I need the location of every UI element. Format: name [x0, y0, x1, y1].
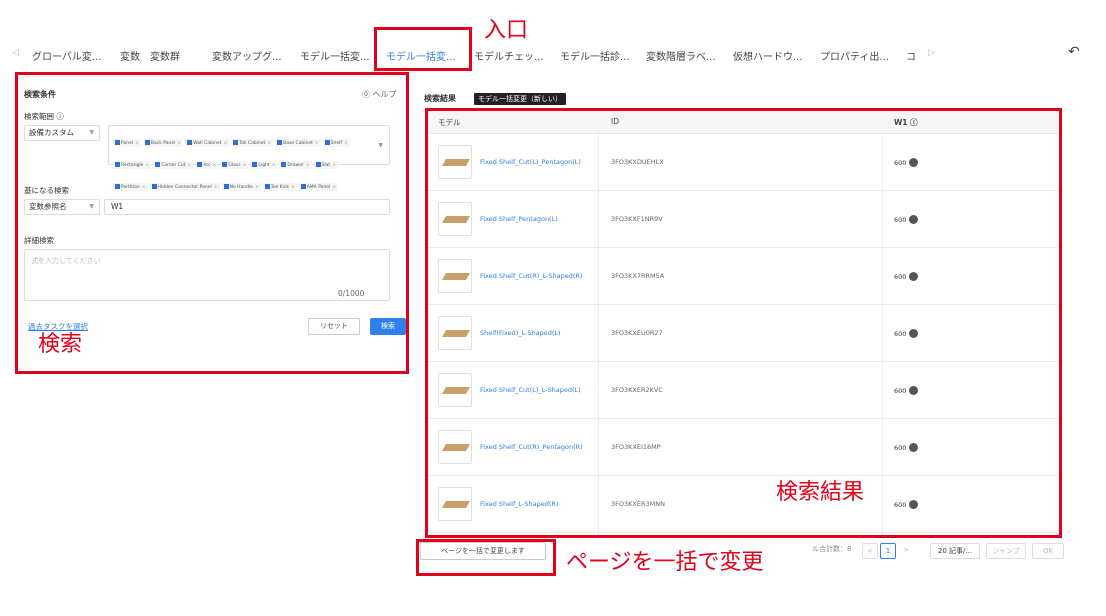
undo-icon[interactable]: ↶	[1068, 44, 1080, 60]
tab-variable-groups[interactable]: 変数群	[150, 48, 180, 63]
results-highlight-box	[425, 108, 1062, 538]
tab-variable-upgrade[interactable]: 変数アップグ...	[212, 48, 282, 63]
entry-highlight-box	[374, 27, 472, 71]
prev-page-button[interactable]: <	[862, 543, 878, 559]
tab-tooltip: モデル一括変更（新しい）	[474, 93, 566, 105]
tab-variables[interactable]: 変数	[120, 48, 140, 63]
next-page-button[interactable]: >	[898, 543, 914, 559]
tab-property-output[interactable]: プロパティ出...	[820, 48, 889, 63]
jump-input[interactable]: ジャンプ	[986, 543, 1026, 559]
entry-annotation: 入口	[484, 18, 529, 43]
tab-variable-hierarchy-label[interactable]: 変数階層ラベ...	[646, 48, 716, 63]
app-root: ◁ グローバル変... 変数 変数群 変数アップグ... モデル一括変... モ…	[0, 0, 1106, 616]
tab-bar: ◁ グローバル変... 変数 変数群 変数アップグ... モデル一括変... モ…	[0, 40, 1106, 70]
results-annotation: 検索結果	[776, 480, 865, 505]
tab-virtual-hardware[interactable]: 仮想ハードウ...	[733, 48, 803, 63]
results-title: 検索結果	[424, 94, 456, 103]
page-1-button[interactable]: 1	[880, 543, 896, 559]
bulk-change-annotation: ページを一括で変更	[566, 550, 764, 575]
tab-truncated[interactable]: コ	[906, 48, 916, 63]
search-annotation: 検索	[38, 332, 83, 357]
tab-global-variables[interactable]: グローバル変...	[32, 48, 101, 63]
tab-model-bulk-change-old[interactable]: モデル一括変...	[300, 48, 370, 63]
page-size-select[interactable]: 20 記事/...	[930, 543, 980, 559]
ok-button[interactable]: OK	[1032, 543, 1064, 559]
total-count: ル合計数：8	[812, 545, 852, 553]
tab-model-check[interactable]: モデルチェッ...	[474, 48, 544, 63]
tabs-prev-arrow-icon[interactable]: ◁	[12, 48, 19, 58]
bulk-change-highlight-box	[416, 539, 556, 576]
tab-model-bulk-diagnosis[interactable]: モデル一括診...	[560, 48, 630, 63]
tabs-next-arrow-icon[interactable]: ▷	[928, 48, 935, 58]
